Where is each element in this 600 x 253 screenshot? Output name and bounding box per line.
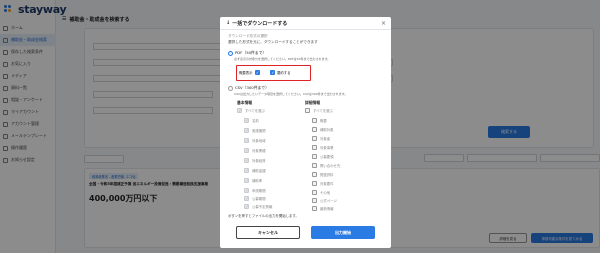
basic-item-checkbox[interactable] <box>244 196 249 201</box>
pdf-detail-checkbox[interactable] <box>270 70 275 75</box>
detail-select-all-checkbox[interactable] <box>305 108 310 113</box>
close-icon[interactable]: × <box>381 20 386 27</box>
detail-item[interactable]: 関連資料 <box>312 172 334 177</box>
detail-item[interactable]: 問い合わせ先 <box>312 163 340 168</box>
pdf-note: 必ず表示の対象分を選択してください。PDFは50件まで出力されます。 <box>234 57 331 61</box>
basic-item[interactable]: 補助率 <box>244 178 262 183</box>
basic-item-checkbox[interactable] <box>244 138 249 143</box>
detail-item[interactable]: 対象事業 <box>312 145 334 150</box>
detail-item-checkbox[interactable] <box>312 181 317 186</box>
detail-item[interactable]: 対象者 <box>312 136 330 141</box>
detail-item-checkbox[interactable] <box>312 136 317 141</box>
basic-item-checkbox[interactable] <box>244 158 249 163</box>
detail-item[interactable]: その他 <box>312 190 330 195</box>
pdf-summary-checkbox[interactable] <box>254 70 260 75</box>
basic-item-checkbox[interactable] <box>244 148 249 153</box>
modal-title: 一括でダウンロードする <box>232 20 288 27</box>
footer-note: ボタンを押すとファイルの出力を開始します。 <box>228 214 299 218</box>
pdf-detail-label: 要約する <box>277 71 291 75</box>
basic-item-checkbox[interactable] <box>244 168 249 173</box>
detail-item[interactable]: 最新情報 <box>312 206 334 211</box>
basic-item[interactable]: 公募予定情報 <box>244 204 272 209</box>
csv-note: CSVは出力したいデータ項目を選択してください。CSVは300件まで出力されます… <box>234 92 348 96</box>
basic-item-checkbox[interactable] <box>244 178 249 183</box>
csv-label: CSV（300件まで） <box>235 85 269 90</box>
pdf-radio[interactable] <box>228 50 233 56</box>
basic-item[interactable]: 名前 <box>244 118 259 123</box>
detail-item-checkbox[interactable] <box>312 118 317 123</box>
detail-item-checkbox[interactable] <box>312 154 317 159</box>
pdf-summary-option[interactable]: 概要表示 <box>239 70 260 75</box>
basic-item[interactable]: 補助金額 <box>244 168 266 173</box>
basic-item-checkbox[interactable] <box>244 128 249 133</box>
detail-item[interactable]: 概要 <box>312 118 327 123</box>
detail-item-checkbox[interactable] <box>312 163 317 168</box>
basic-item[interactable]: 申請期間 <box>244 188 266 193</box>
basic-item[interactable]: 対象経費 <box>244 158 266 163</box>
detail-item[interactable]: 補助対象 <box>312 127 334 132</box>
modal-header: ↓ 一括でダウンロードする <box>220 17 391 30</box>
format-instruction: 選択した形式を元に、ダウンロードすることができます <box>228 40 318 44</box>
detail-item-checkbox[interactable] <box>312 206 317 211</box>
basic-item-checkbox[interactable] <box>244 204 249 209</box>
detail-info-header: 詳細情報 <box>305 100 321 105</box>
basic-item-checkbox[interactable] <box>244 118 249 123</box>
basic-info-header: 基本情報 <box>237 100 253 105</box>
basic-item[interactable]: 対象地域 <box>244 138 266 143</box>
pdf-label: PDF（50件まで） <box>235 50 267 55</box>
pdf-summary-label: 概要表示 <box>239 71 253 75</box>
pdf-option[interactable]: PDF（50件まで） <box>228 50 266 56</box>
start-export-button[interactable]: 出力開始 <box>311 226 375 239</box>
detail-item-checkbox[interactable] <box>312 127 317 132</box>
detail-item-select-all[interactable]: すべてを選ぶ <box>305 108 333 113</box>
detail-item-checkbox[interactable] <box>312 145 317 150</box>
format-subtitle: ダウンロード形式の選択 <box>228 34 268 38</box>
download-icon: ↓ <box>226 20 231 26</box>
pdf-detail-option[interactable]: 要約する <box>270 70 291 75</box>
basic-select-all-checkbox[interactable] <box>237 108 242 113</box>
csv-option[interactable]: CSV（300件まで） <box>228 85 269 91</box>
detail-item-checkbox[interactable] <box>312 190 317 195</box>
basic-item-select-all[interactable]: すべてを選ぶ <box>237 108 265 113</box>
detail-item-checkbox[interactable] <box>312 172 317 177</box>
basic-item-checkbox[interactable] <box>244 188 249 193</box>
bulk-download-modal: ↓ 一括でダウンロードする × ダウンロード形式の選択 選択した形式を元に、ダウ… <box>220 17 391 248</box>
basic-item[interactable]: 実施機関 <box>244 128 266 133</box>
basic-item[interactable]: 対象業種 <box>244 148 266 153</box>
basic-item[interactable]: 公募期間 <box>244 196 266 201</box>
detail-item[interactable]: 対象要件 <box>312 181 334 186</box>
detail-item[interactable]: 公募要領 <box>312 154 334 159</box>
detail-item[interactable]: 公式ページ <box>312 198 337 203</box>
csv-radio[interactable] <box>228 85 233 91</box>
cancel-button[interactable]: キャンセル <box>236 226 300 239</box>
detail-item-checkbox[interactable] <box>312 198 317 203</box>
